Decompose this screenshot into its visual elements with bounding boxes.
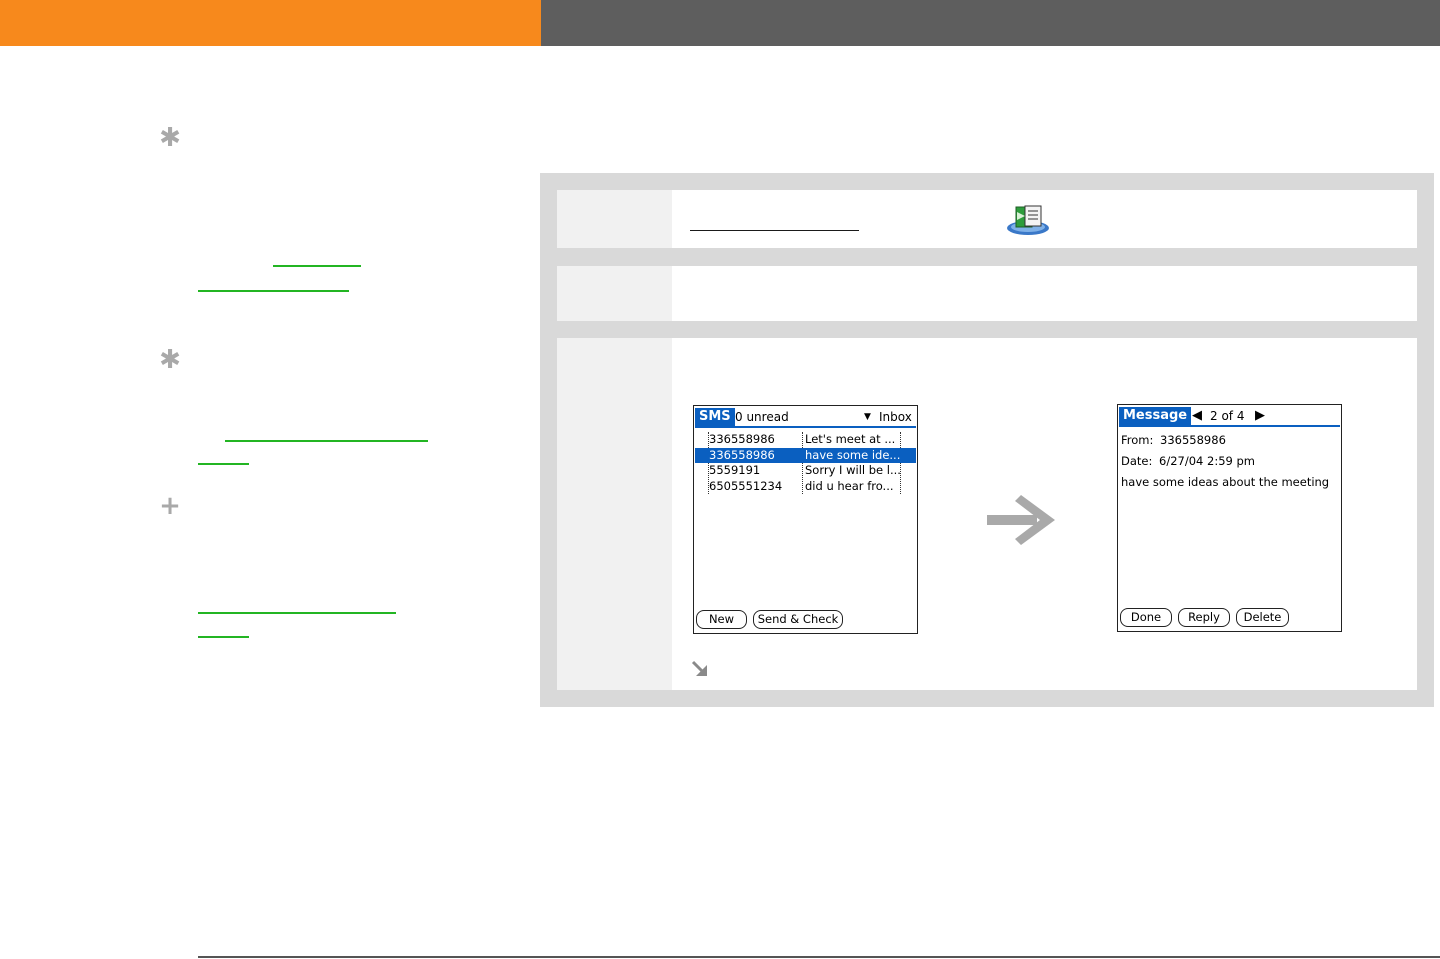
from-value: 336558986 (1160, 433, 1226, 447)
sidebar-link-3a[interactable] (198, 612, 396, 614)
message-body: have some ideas about the meeting (1121, 475, 1330, 489)
reply-button[interactable]: Reply (1178, 608, 1230, 627)
message-detail-screen: Message ◀ 2 of 4 ▶ From: 336558986 Date:… (1117, 404, 1342, 632)
previous-message-icon[interactable]: ◀ (1192, 408, 1202, 424)
folder-picker[interactable]: Inbox (879, 409, 912, 425)
message-list: 336558986 Let's meet at ... 336558986 ha… (695, 432, 916, 494)
send-check-button[interactable]: Send & Check (753, 610, 843, 629)
next-message-icon[interactable]: ▶ (1255, 408, 1265, 424)
message-title-bar: Message ◀ 2 of 4 ▶ (1118, 405, 1341, 427)
tip-asterisk-icon-2: ✱ (159, 345, 181, 375)
new-button[interactable]: New (696, 610, 747, 629)
message-preview: have some ide... (805, 447, 901, 462)
sidebar-link-3b[interactable] (198, 636, 249, 638)
continue-arrow-icon (691, 660, 707, 676)
message-preview: did u hear fro... (805, 478, 894, 493)
step-number-cell-3 (557, 338, 672, 690)
header-bar-gray (541, 0, 1440, 46)
from-line: From: 336558986 (1121, 432, 1226, 448)
step-1-link-underline[interactable] (690, 230, 859, 231)
message-title-rule (1119, 425, 1340, 427)
date-line: Date: 6/27/04 2:59 pm (1121, 453, 1255, 469)
step-row-1 (557, 190, 1417, 248)
message-row[interactable]: 5559191 Sorry I will be l... (695, 463, 916, 479)
sms-title: SMS (695, 408, 735, 426)
done-button[interactable]: Done (1120, 608, 1172, 627)
message-sender: 336558986 (709, 432, 775, 446)
sms-title-bar: SMS 0 unread ▼ Inbox (694, 406, 917, 428)
message-row-selected[interactable]: 336558986 have some ide... (695, 447, 916, 463)
sidebar-link-1b[interactable] (198, 290, 349, 292)
step-row-2 (557, 266, 1417, 321)
sms-title-rule (695, 426, 916, 428)
tip-asterisk-icon: ✱ (159, 123, 181, 153)
step-number-cell-1 (557, 190, 672, 248)
sidebar-link-1a[interactable] (273, 265, 361, 267)
message-preview: Let's meet at ... (805, 432, 896, 446)
right-arrow-icon (987, 495, 1055, 545)
message-title: Message (1119, 407, 1192, 425)
did-you-know-plus-icon: + (159, 491, 181, 521)
message-row[interactable]: 336558986 Let's meet at ... (695, 432, 916, 448)
step-number-cell-2 (557, 266, 672, 321)
header-bar-orange (0, 0, 541, 46)
sms-inbox-screen: SMS 0 unread ▼ Inbox 336558986 Let's mee… (693, 405, 918, 634)
sidebar-link-2a[interactable] (225, 440, 428, 442)
date-value: 6/27/04 2:59 pm (1159, 454, 1256, 468)
message-position: 2 of 4 (1210, 409, 1245, 423)
footer-rule (198, 956, 1440, 958)
sidebar-link-2b[interactable] (198, 463, 249, 465)
delete-button[interactable]: Delete (1236, 608, 1289, 627)
folder-dropdown-icon[interactable]: ▼ (864, 409, 871, 425)
message-sender: 336558986 (709, 447, 775, 462)
message-preview: Sorry I will be l... (805, 463, 901, 477)
message-sender: 5559191 (709, 463, 761, 477)
message-sender: 6505551234 (709, 478, 783, 493)
date-label: Date: (1121, 454, 1153, 468)
message-row[interactable]: 6505551234 did u hear fro... (695, 479, 916, 495)
from-label: From: (1121, 433, 1154, 447)
unread-count: 0 unread (735, 410, 789, 424)
sms-app-icon[interactable] (1005, 204, 1051, 236)
